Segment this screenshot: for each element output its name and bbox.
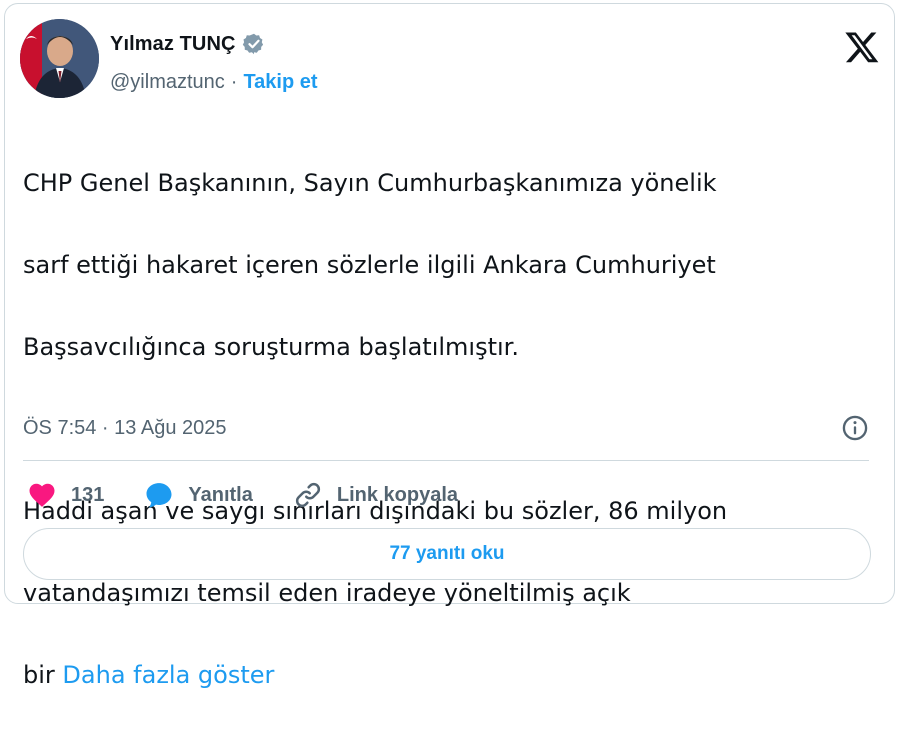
tweet-line: Başsavcılığınca soruşturma başlatılmıştı… xyxy=(23,333,519,361)
tweet-header: Yılmaz TUNÇ @yilmaztunc · Takip et xyxy=(20,19,880,101)
copy-link-button[interactable]: Link kopyala xyxy=(293,480,458,510)
tweet-card: Yılmaz TUNÇ @yilmaztunc · Takip et CHP G… xyxy=(4,3,895,689)
author-handle[interactable]: @yilmaztunc xyxy=(110,71,225,94)
author-name[interactable]: Yılmaz TUNÇ xyxy=(110,33,236,56)
divider xyxy=(23,460,869,461)
heart-icon xyxy=(29,483,55,507)
tweet-line: sarf ettiği hakaret içeren sözlerle ilgi… xyxy=(23,251,716,279)
like-button[interactable]: 131 xyxy=(27,480,104,510)
info-icon[interactable] xyxy=(841,414,869,442)
read-replies-button[interactable]: 77 yanıtı oku xyxy=(23,528,871,580)
read-replies-label: 77 yanıtı oku xyxy=(389,543,505,564)
tweet-meta: ÖS 7:54 · 13 Ağu 2025 xyxy=(23,412,869,444)
verified-badge-icon xyxy=(242,33,263,55)
tweet-line-prefix: bir xyxy=(23,661,55,689)
show-more-link[interactable]: Daha fazla göster xyxy=(62,661,274,689)
reply-bubble-icon xyxy=(146,483,172,508)
author-handle-row: @yilmaztunc · Takip et xyxy=(110,71,318,94)
follow-button[interactable]: Takip et xyxy=(243,71,317,94)
separator-dot: · xyxy=(230,71,238,93)
tweet-line: CHP Genel Başkanının, Sayın Cumhurbaşkan… xyxy=(23,169,717,197)
author-name-row: Yılmaz TUNÇ xyxy=(110,32,266,56)
avatar-image xyxy=(20,19,99,98)
tweet-last-line: bir Daha fazla göster xyxy=(23,655,883,696)
timestamp[interactable]: ÖS 7:54 · 13 Ağu 2025 xyxy=(23,417,227,440)
reply-label: Yanıtla xyxy=(188,483,253,506)
link-icon xyxy=(295,482,320,508)
avatar[interactable] xyxy=(20,19,99,98)
x-logo-icon[interactable] xyxy=(844,29,880,65)
reply-button[interactable]: Yanıtla xyxy=(144,480,253,510)
action-bar: 131 Yanıtla Link kopyala xyxy=(27,476,498,514)
copy-link-label: Link kopyala xyxy=(336,483,459,506)
like-count: 131 xyxy=(71,483,105,506)
